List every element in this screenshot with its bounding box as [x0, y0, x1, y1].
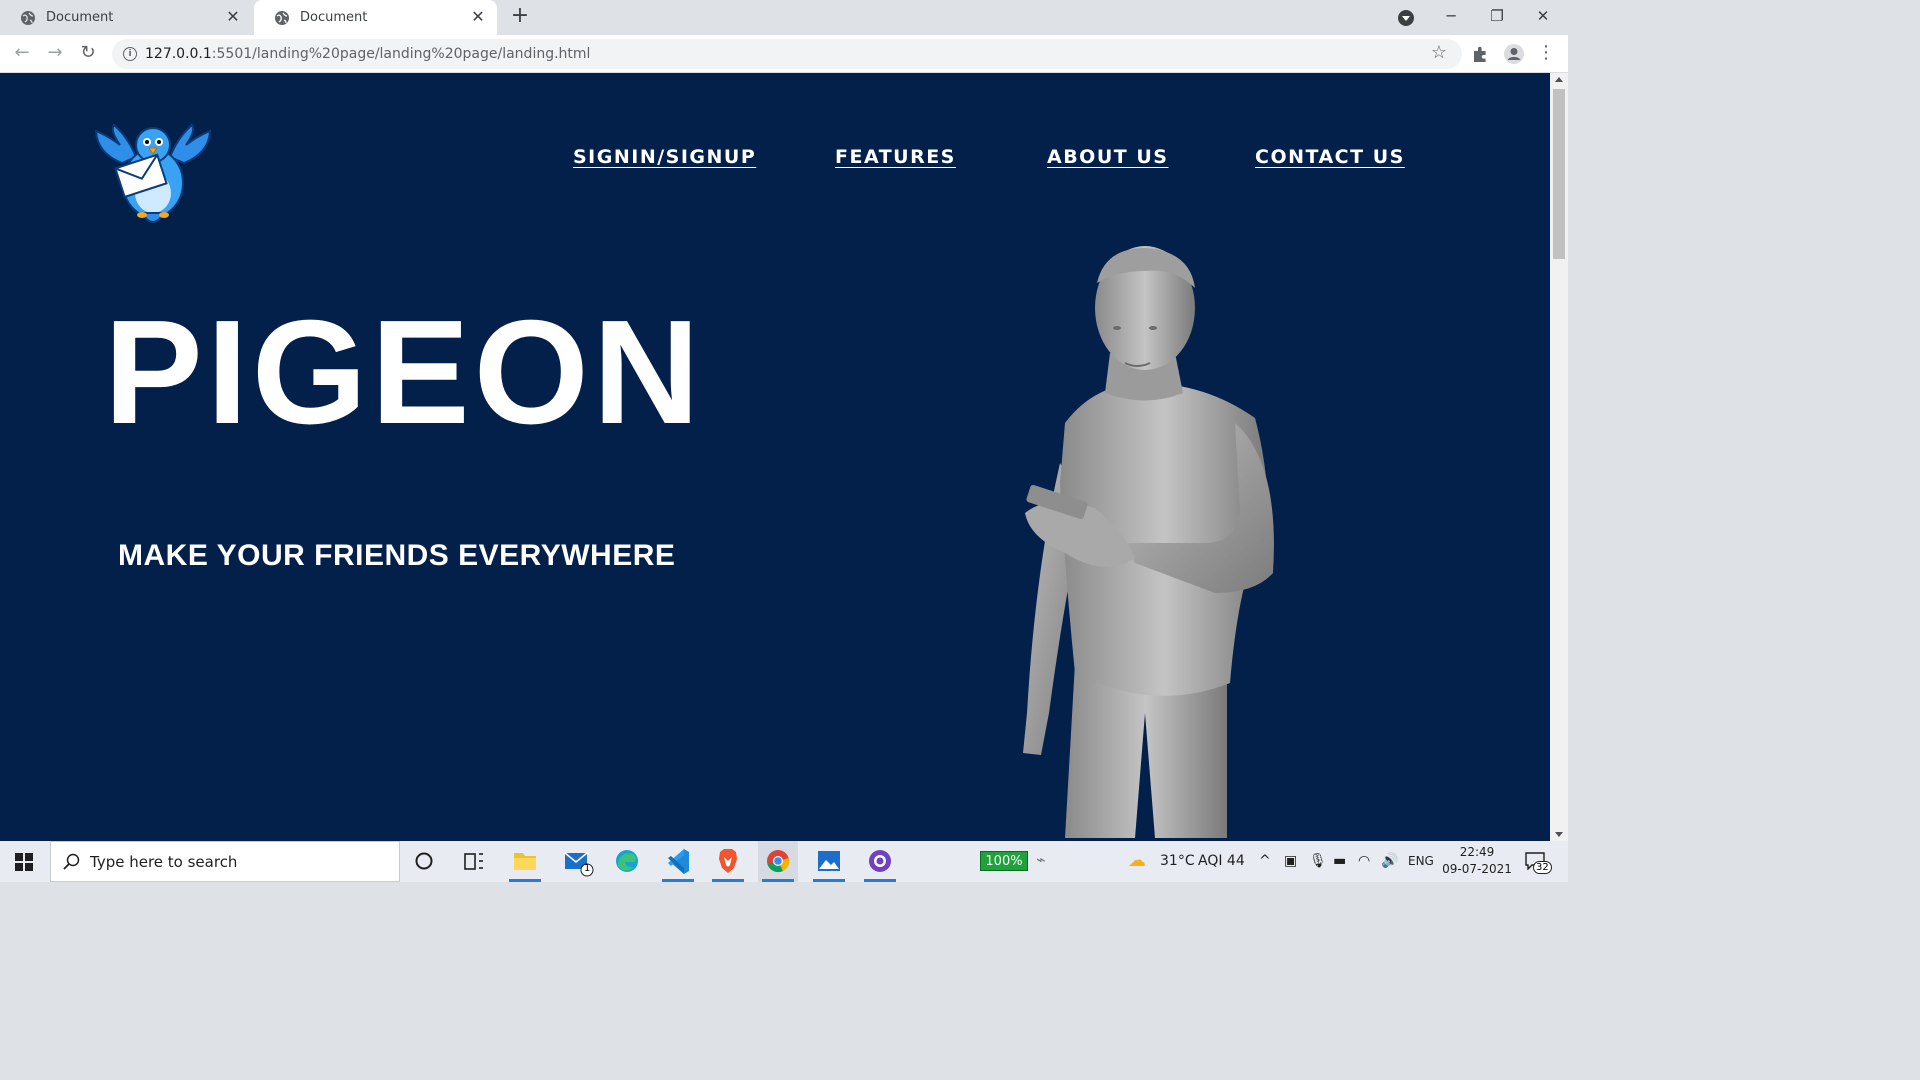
running-indicator — [712, 879, 744, 882]
url-path: :5501/landing%20page/landing%20page/land… — [211, 46, 591, 62]
github-desktop-icon[interactable] — [860, 841, 900, 882]
restore-icon[interactable]: ❐ — [1474, 0, 1520, 32]
mail-icon[interactable]: 1 — [557, 841, 597, 882]
input-language[interactable]: ENG — [1408, 854, 1434, 868]
scroll-down-arrow-icon[interactable] — [1555, 832, 1563, 837]
running-indicator — [762, 879, 794, 882]
running-indicator — [813, 879, 845, 882]
scrollbar-thumb[interactable] — [1553, 89, 1565, 259]
url-text: 127.0.0.1:5501/landing%20page/landing%20… — [145, 46, 590, 62]
nav-about-us[interactable]: ABOUT US — [1047, 146, 1168, 168]
close-tab-icon[interactable]: ✕ — [469, 8, 487, 26]
task-view-icon[interactable] — [454, 841, 494, 882]
page-scrollbar[interactable] — [1550, 73, 1568, 841]
system-clock[interactable]: 22:49 09-07-2021 — [1438, 844, 1516, 878]
tab-title: Document — [300, 10, 368, 25]
globe-icon — [275, 10, 289, 25]
mail-badge: 1 — [584, 863, 591, 874]
close-tab-icon[interactable]: ✕ — [224, 8, 242, 26]
edge-browser-icon[interactable] — [607, 841, 647, 882]
nav-features[interactable]: FEATURES — [835, 146, 956, 168]
hero-subtitle: MAKE YOUR FRIENDS EVERYWHERE — [118, 539, 676, 572]
back-icon[interactable]: ← — [10, 41, 34, 65]
cortana-icon[interactable] — [404, 841, 444, 882]
wifi-icon[interactable]: ◠ — [1358, 853, 1370, 869]
air-quality-index[interactable]: AQI 44 — [1198, 853, 1245, 869]
scroll-up-arrow-icon[interactable] — [1555, 77, 1563, 82]
hero-title: PIGEON — [104, 290, 704, 455]
clock-date: 09-07-2021 — [1442, 862, 1512, 876]
weather-temperature[interactable]: 31°C — [1160, 853, 1195, 869]
windows-taskbar: Type here to search 1 100% ⌁ ☁ 31°C AQI … — [0, 841, 1568, 882]
nav-signin-signup[interactable]: SIGNIN/SIGNUP — [573, 146, 756, 168]
vscode-icon[interactable] — [658, 841, 698, 882]
show-hidden-icons-chevron-icon[interactable]: ^ — [1259, 853, 1271, 869]
weather-icon[interactable]: ☁ — [1128, 850, 1146, 871]
search-icon — [63, 853, 80, 870]
3d-man-with-phone-illustration — [1023, 246, 1274, 838]
bookmark-star-icon[interactable]: ☆ — [1431, 42, 1447, 63]
chrome-icon[interactable] — [758, 841, 798, 882]
tab-document-2[interactable]: Document ✕ — [254, 0, 497, 35]
tab-strip: Document ✕ Document ✕ + ─ ❐ ✕ — [0, 0, 1568, 35]
extensions-icon[interactable] — [1471, 45, 1489, 63]
taskbar-search-box[interactable]: Type here to search — [50, 841, 400, 882]
plug-icon: ⌁ — [1036, 850, 1046, 869]
forward-icon[interactable]: → — [43, 41, 67, 65]
tab-search-icon[interactable] — [1398, 10, 1414, 26]
windows-start-icon[interactable] — [15, 853, 33, 871]
browser-toolbar: ← → ↻ i 127.0.0.1:5501/landing%20page/la… — [0, 35, 1568, 73]
tab-title: Document — [46, 10, 114, 25]
photos-icon[interactable] — [809, 841, 849, 882]
new-tab-button[interactable]: + — [509, 5, 531, 27]
search-placeholder: Type here to search — [90, 853, 238, 871]
brave-browser-icon[interactable] — [708, 841, 748, 882]
reload-icon[interactable]: ↻ — [76, 41, 100, 65]
running-indicator — [662, 879, 694, 882]
pigeon-logo[interactable] — [92, 123, 214, 233]
tab-document-1[interactable]: Document ✕ — [0, 0, 252, 35]
microphone-icon[interactable]: 🎙 — [1309, 853, 1327, 869]
battery-meter[interactable]: 100% — [980, 851, 1028, 871]
site-info-icon[interactable]: i — [123, 47, 137, 61]
volume-icon[interactable]: 🔊 — [1381, 853, 1398, 869]
clock-time: 22:49 — [1459, 845, 1495, 859]
globe-icon — [21, 10, 35, 25]
menu-kebab-icon[interactable]: ⋮ — [1534, 41, 1558, 65]
file-explorer-icon[interactable] — [505, 841, 545, 882]
nav-contact-us[interactable]: CONTACT US — [1255, 146, 1405, 168]
landing-page: SIGNIN/SIGNUP FEATURES ABOUT US CONTACT … — [0, 73, 1550, 841]
profile-avatar-icon[interactable] — [1503, 43, 1525, 65]
url-host: 127.0.0.1 — [145, 46, 212, 62]
minimize-icon[interactable]: ─ — [1428, 0, 1474, 32]
running-indicator — [864, 879, 896, 882]
battery-icon[interactable]: ▬ — [1333, 853, 1346, 869]
close-window-icon[interactable]: ✕ — [1520, 0, 1566, 32]
notification-count: 32 — [1533, 861, 1552, 874]
meet-now-icon[interactable]: ▣ — [1284, 853, 1297, 869]
address-bar[interactable]: i 127.0.0.1:5501/landing%20page/landing%… — [112, 39, 1462, 69]
running-indicator — [509, 879, 541, 882]
